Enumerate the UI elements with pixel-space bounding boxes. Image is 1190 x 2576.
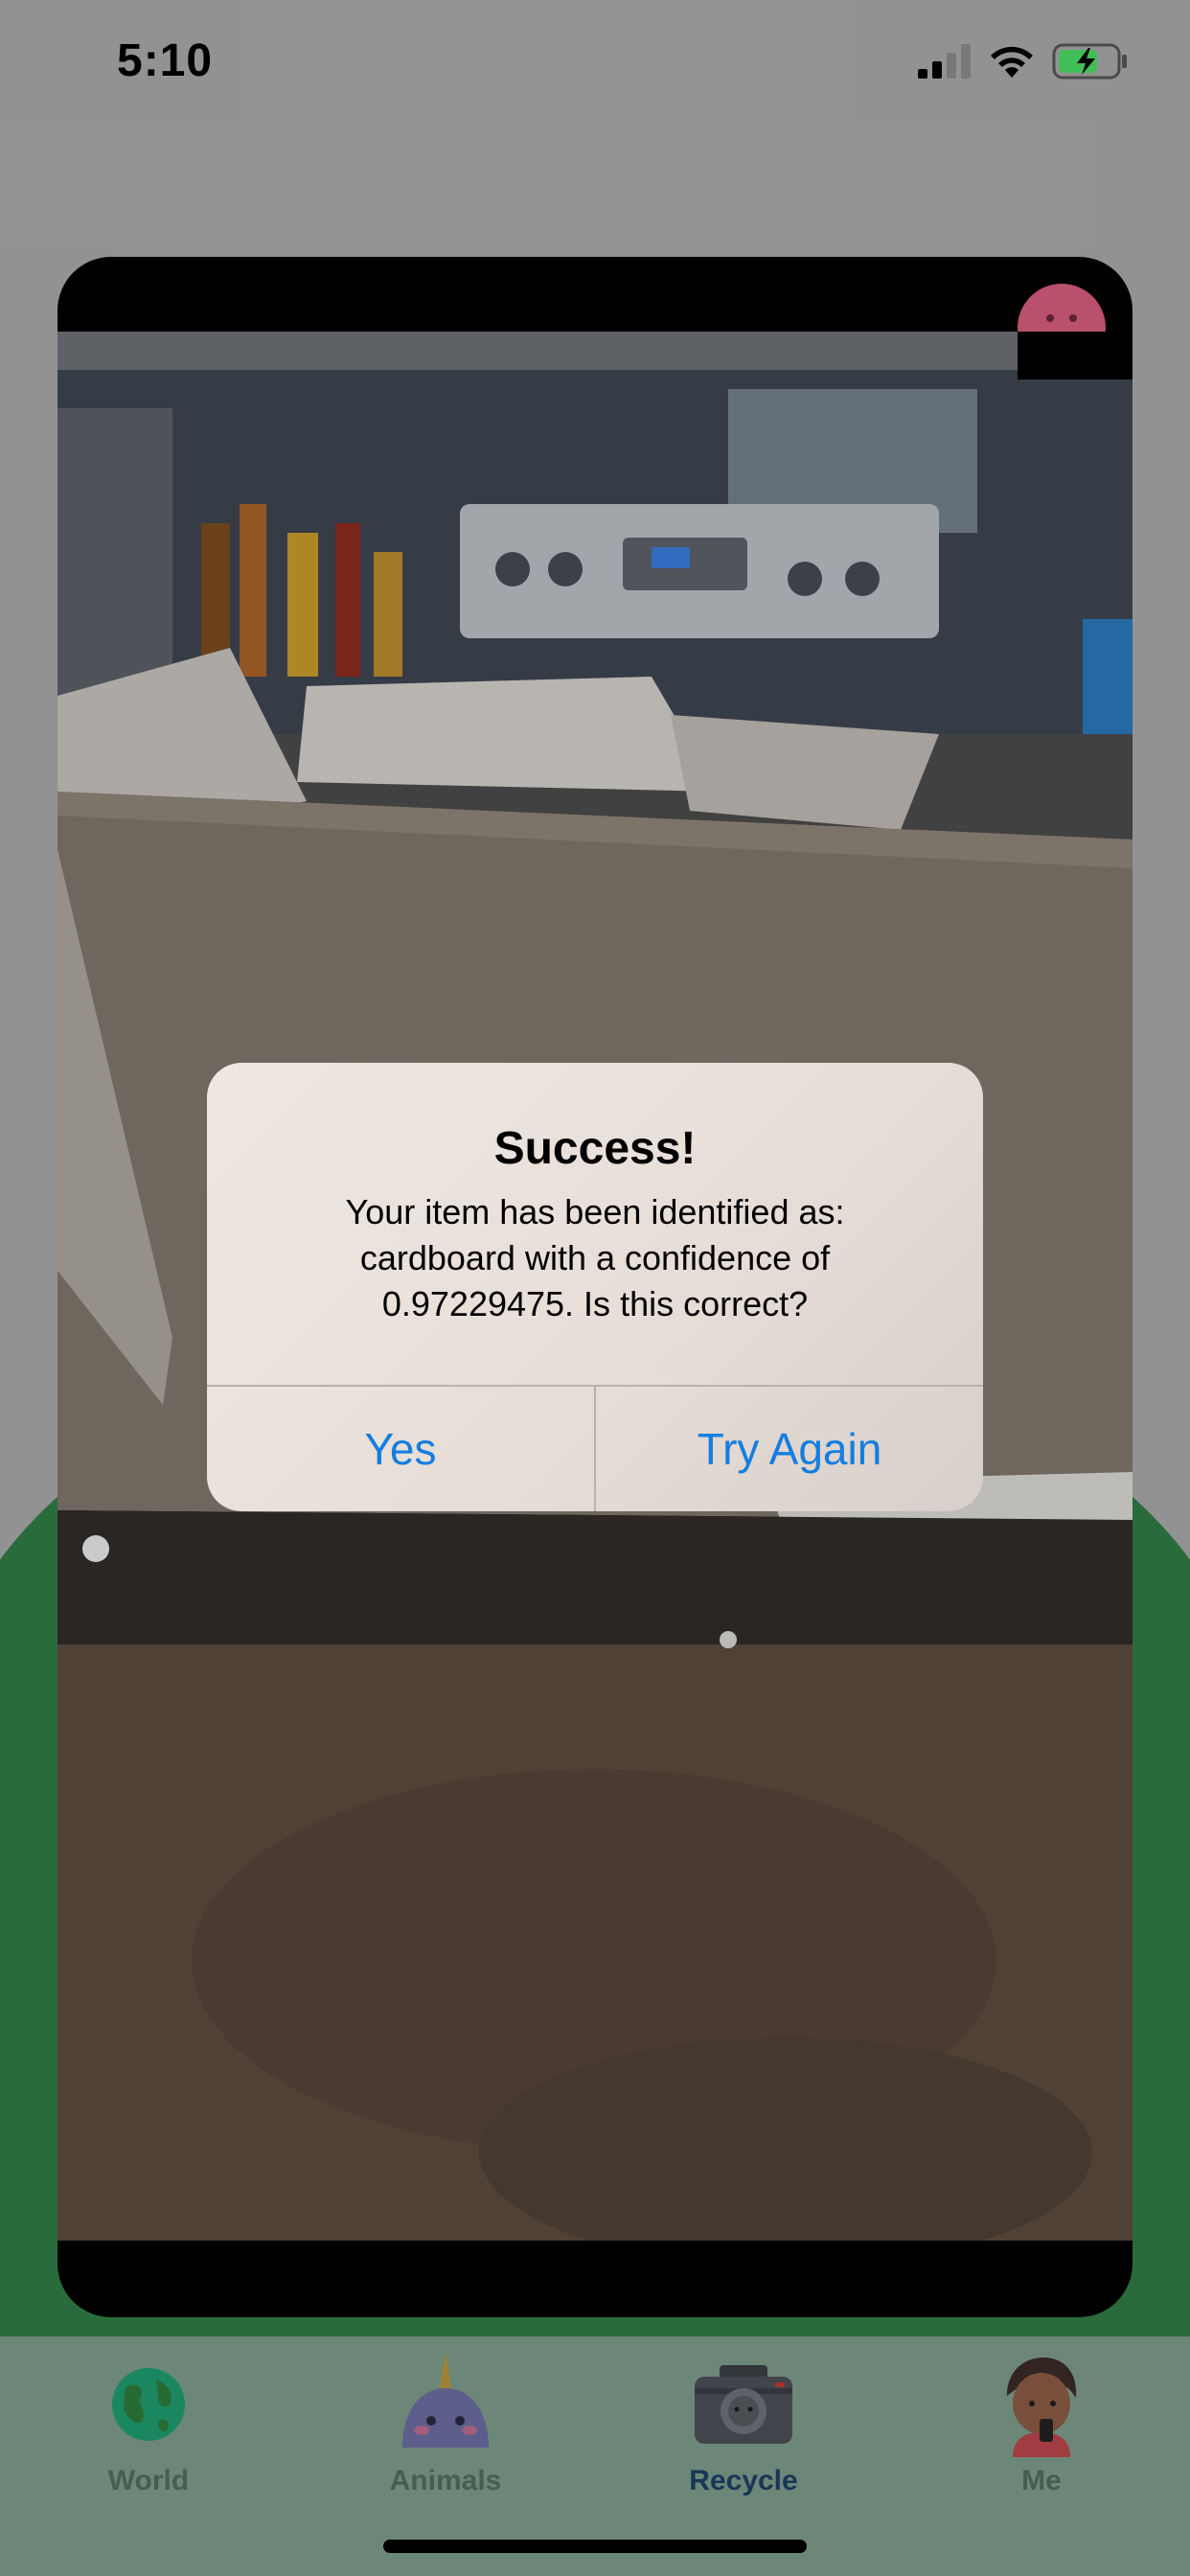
- wifi-icon: [991, 46, 1033, 78]
- tab-world[interactable]: World: [0, 2336, 297, 2528]
- tab-animals[interactable]: Animals: [297, 2336, 594, 2528]
- avatar-icon: [984, 2352, 1099, 2457]
- alert-title: Success!: [493, 1123, 697, 1174]
- alert-message: Your item has been identified as: cardbo…: [345, 1192, 845, 1323]
- status-icons: [918, 42, 1129, 80]
- tab-label-me: Me: [1021, 2465, 1062, 2496]
- tab-recycle[interactable]: Recycle: [595, 2336, 892, 2528]
- camera-icon: [686, 2352, 801, 2457]
- alert-dialog: Success! Your item has been identified a…: [207, 1063, 983, 1511]
- cellular-signal-icon: [918, 44, 971, 79]
- narwhal-icon: [388, 2352, 503, 2457]
- tab-label-recycle: Recycle: [689, 2465, 798, 2496]
- globe-icon: [91, 2352, 206, 2457]
- yes-button[interactable]: Yes: [207, 1387, 594, 1511]
- tab-label-animals: Animals: [389, 2465, 502, 2496]
- camera-top-bar-mask: [1018, 332, 1133, 380]
- try-again-button[interactable]: Try Again: [596, 1387, 983, 1511]
- home-indicator[interactable]: [383, 2540, 807, 2553]
- status-time: 5:10: [117, 35, 214, 86]
- tab-me[interactable]: Me: [893, 2336, 1190, 2528]
- tab-label-world: World: [107, 2465, 190, 2496]
- battery-charging-icon: [1052, 43, 1127, 80]
